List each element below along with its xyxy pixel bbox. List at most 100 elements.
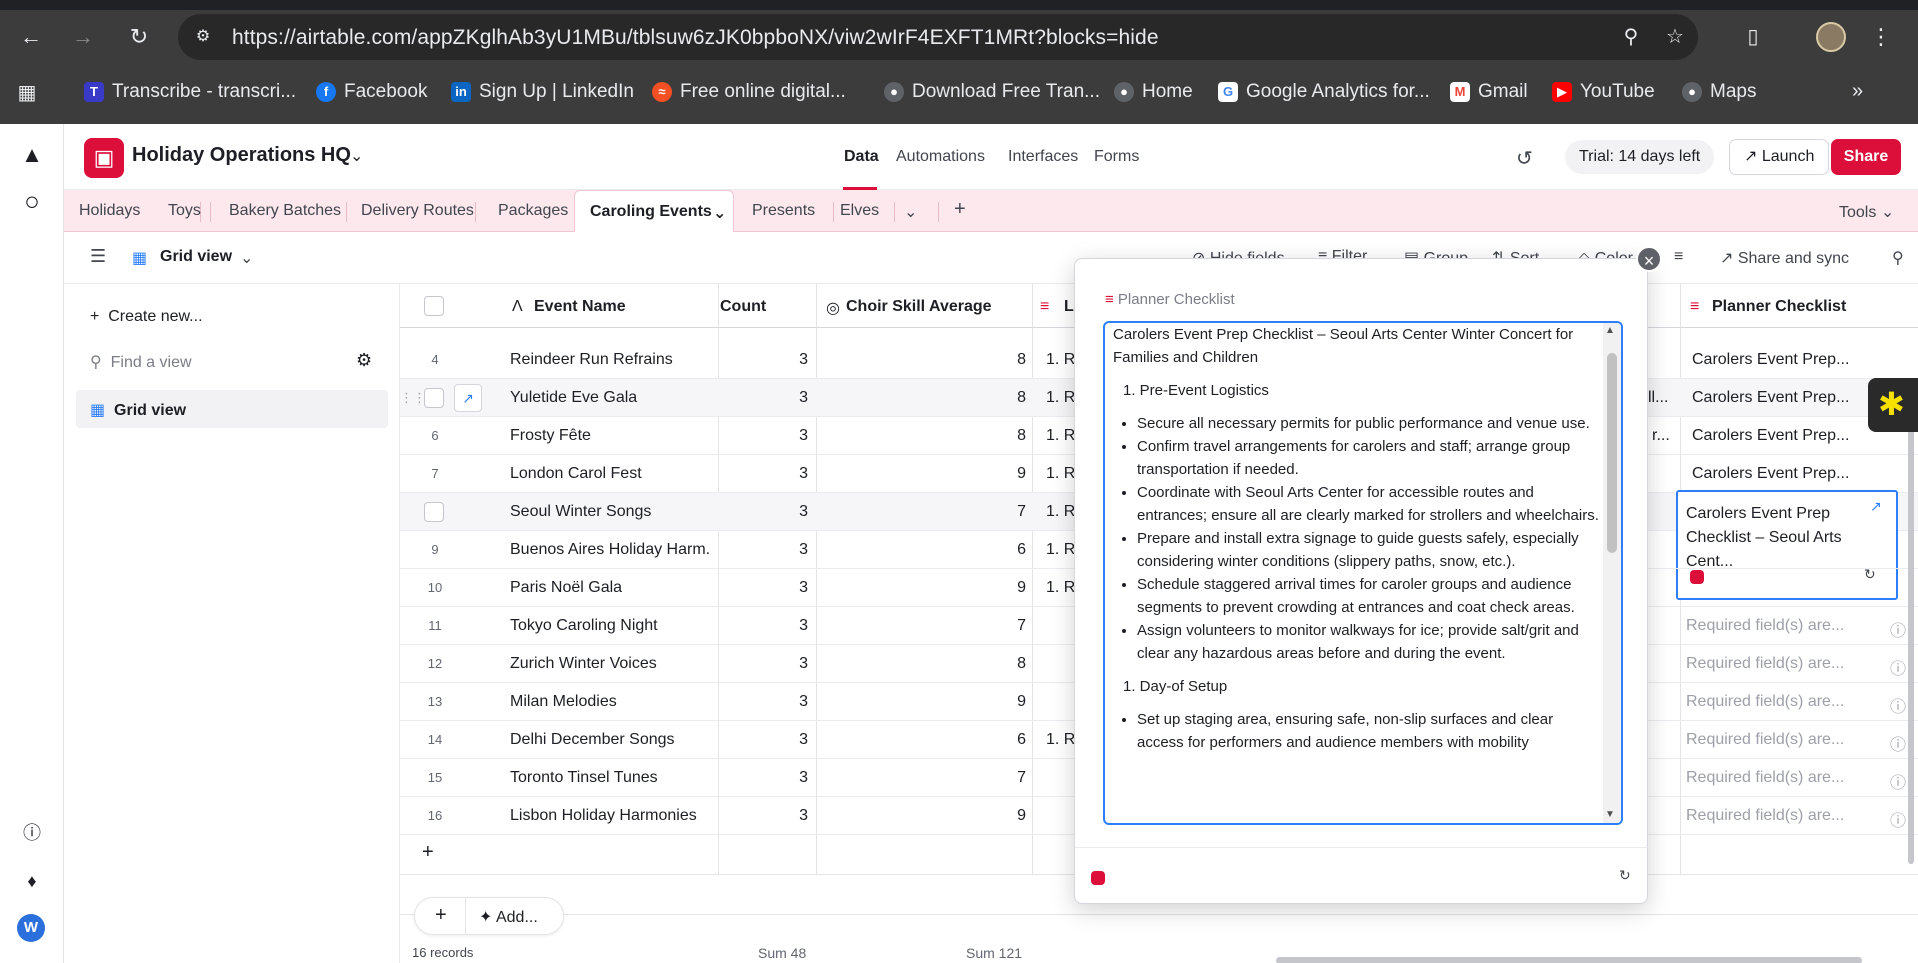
row-checkbox[interactable] [424,388,444,408]
add-row-icon[interactable]: + [422,841,434,864]
extensions-icon[interactable]: ▯ [1738,22,1768,52]
info-icon[interactable]: ⓘ [1890,693,1908,717]
cell-count[interactable]: 3 [720,693,808,711]
cell-event-name[interactable]: Paris Noël Gala [510,579,710,597]
cell-choir[interactable]: 7 [820,503,1026,521]
cell-choir[interactable]: 7 [820,617,1026,635]
cell-count[interactable]: 3 [720,617,808,635]
cell-count[interactable]: 3 [720,541,808,559]
user-avatar[interactable]: W [17,914,45,942]
cell-count[interactable]: 3 [720,503,808,521]
close-icon[interactable]: × [1636,246,1662,272]
header-planner-checklist[interactable]: Planner Checklist [1712,298,1846,316]
row-height-icon[interactable]: ≡ [1674,248,1683,266]
tools-menu[interactable]: Tools ⌄ [1839,202,1894,222]
cell-event-name[interactable]: Zurich Winter Voices [510,655,710,673]
info-icon[interactable]: ⓘ [1890,807,1908,831]
editor-content[interactable]: Carolers Event Prep Checklist – Seoul Ar… [1113,323,1603,754]
cell-choir[interactable]: 7 [820,769,1026,787]
chevron-down-icon[interactable]: ⌄ [713,203,726,223]
tab-delivery-routes[interactable]: Delivery Routes [361,202,474,220]
address-bar[interactable]: ⚙ https://airtable.com/appZKglhAb3yU1MBu… [178,14,1698,60]
cell-event-name[interactable]: Lisbon Holiday Harmonies [510,807,710,825]
tab-bakery-batches[interactable]: Bakery Batches [229,202,341,220]
cell-choir[interactable]: 9 [820,807,1026,825]
omni-icon[interactable]: ○ [17,186,47,216]
cell-hidden-column[interactable]: ll... [1648,389,1674,407]
apps-grid-icon[interactable]: ▦ [14,80,40,106]
cell-hidden-column[interactable]: r... [1652,427,1674,445]
cell-choir[interactable]: 9 [820,579,1026,597]
cell-choir[interactable]: 8 [820,389,1026,407]
row-checkbox[interactable] [424,502,444,522]
add-table-icon[interactable]: + [954,198,966,221]
cell-count[interactable]: 3 [720,351,808,369]
find-view-input[interactable]: ⚲ Find a view [90,352,192,372]
bookmarks-more-icon[interactable]: » [1852,80,1863,103]
select-all-checkbox[interactable] [424,296,444,316]
cell-count[interactable]: 3 [720,389,808,407]
regenerate-icon[interactable]: ↻ [1619,867,1631,884]
tab-toys[interactable]: Toys [168,202,201,220]
cell-choir[interactable]: 9 [820,465,1026,483]
cell-event-name[interactable]: Reindeer Run Refrains [510,351,710,369]
view-settings-gear-icon[interactable]: ⚙ [356,350,372,371]
info-icon[interactable]: ⓘ [1890,731,1908,755]
checklist-editor[interactable]: Carolers Event Prep Checklist – Seoul Ar… [1103,321,1623,825]
bookmark-digital[interactable]: ≈ Free online digital... [652,80,846,104]
browser-menu-icon[interactable]: ⋮ [1870,22,1892,52]
tables-more-icon[interactable]: ⌄ [904,202,917,222]
history-icon[interactable]: ↺ [1516,146,1533,171]
cell-event-name[interactable]: London Carol Fest [510,465,710,483]
bookmark-facebook[interactable]: f Facebook [316,80,427,104]
share-button[interactable]: Share [1831,139,1901,175]
nav-forms[interactable]: Forms [1094,148,1139,166]
floating-widget[interactable]: ✱ [1868,378,1918,432]
header-count[interactable]: Count [720,298,766,316]
forward-icon[interactable]: → [68,22,98,52]
info-icon[interactable]: ⓘ [1890,655,1908,679]
cell-event-name[interactable]: Frosty Fête [510,427,710,445]
bookmark-maps[interactable]: ● Maps [1682,80,1756,104]
cell-event-name[interactable]: Delhi December Songs [510,731,710,749]
cell-choir[interactable]: 6 [820,731,1026,749]
tab-caroling-events[interactable]: Caroling Events ⌄ [574,190,734,233]
cell-planner[interactable]: Carolers Event Prep... [1692,465,1912,483]
bookmark-youtube[interactable]: ▶ YouTube [1552,80,1655,104]
horizontal-scrollbar[interactable] [1276,957,1862,963]
header-event-name[interactable]: Event Name [534,298,626,316]
cell-planner[interactable]: Required field(s) are... [1686,655,1876,673]
tab-presents[interactable]: Presents [752,202,815,220]
drag-handle-icon[interactable]: ⋮⋮ [400,390,426,406]
tab-holidays[interactable]: Holidays [79,202,140,220]
base-gift-icon[interactable]: ▣ [84,138,124,178]
cell-count[interactable]: 3 [720,465,808,483]
header-choir-skill-average[interactable]: Choir Skill Average [846,298,992,316]
expand-cell-icon[interactable]: ↗ [1870,498,1882,515]
notifications-icon[interactable]: ♦ [17,866,47,896]
sum-choir[interactable]: Sum 121 [966,945,1022,961]
bookmark-home[interactable]: ● Home [1114,80,1193,104]
cell-count[interactable]: 3 [720,731,808,749]
cell-choir[interactable]: 8 [820,351,1026,369]
cell-planner[interactable]: Required field(s) are... [1686,731,1876,749]
cell-count[interactable]: 3 [720,579,808,597]
base-name[interactable]: Holiday Operations HQ [132,144,351,167]
cell-choir[interactable]: 6 [820,541,1026,559]
reload-icon[interactable]: ↻ [124,22,154,52]
cell-count[interactable]: 3 [720,655,808,673]
bookmark-linkedin[interactable]: in Sign Up | LinkedIn [451,80,634,104]
nav-automations[interactable]: Automations [896,148,985,166]
scroll-down-icon[interactable]: ▼ [1605,809,1615,820]
profile-avatar[interactable] [1816,22,1846,52]
chevron-down-icon[interactable]: ⌄ [240,248,253,268]
zoom-icon[interactable]: ⚲ [1618,24,1644,50]
launch-button[interactable]: ↗ Launch [1729,139,1830,175]
bookmark-star-icon[interactable]: ☆ [1662,24,1688,50]
cell-choir[interactable]: 9 [820,693,1026,711]
bookmark-gmail[interactable]: M Gmail [1450,80,1528,104]
expand-record-icon[interactable]: ↗ [454,384,482,412]
add-record-icon[interactable]: + [435,904,447,927]
cell-event-name[interactable]: Buenos Aires Holiday Harm... [510,541,710,559]
trial-badge[interactable]: Trial: 14 days left [1565,140,1715,174]
